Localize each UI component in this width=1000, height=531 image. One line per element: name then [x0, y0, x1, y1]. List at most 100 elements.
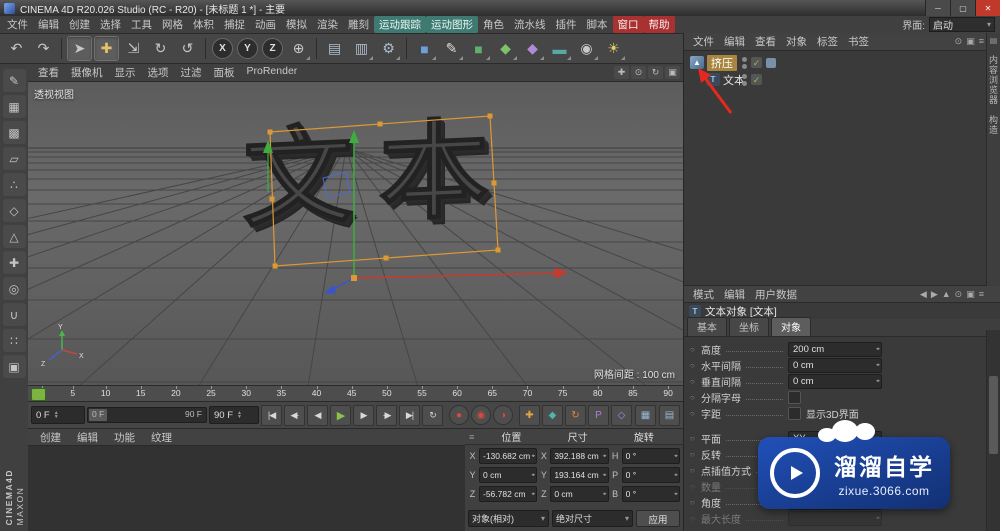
- enable-toggle[interactable]: [751, 74, 762, 85]
- object-manager-menu-item[interactable]: 查看: [750, 33, 781, 50]
- undo-icon[interactable]: ↶: [4, 36, 29, 61]
- menubar-item[interactable]: 创建: [64, 16, 95, 33]
- menubar-item[interactable]: 窗口: [612, 16, 644, 33]
- om-lock-icon[interactable]: ▣: [966, 36, 975, 47]
- menubar-item[interactable]: 编辑: [33, 16, 64, 33]
- material-menu-item[interactable]: 创建: [32, 429, 69, 446]
- add-environment-button[interactable]: ▬: [547, 36, 572, 61]
- rotation-p-field[interactable]: 0 °: [621, 467, 680, 483]
- frame-range-slider[interactable]: 0 F 90 F: [87, 407, 207, 423]
- panel-menu-icon[interactable]: ≡: [469, 432, 474, 442]
- goto-end-button[interactable]: ▶|: [399, 404, 420, 426]
- object-row-extrude[interactable]: ▲ 挤压: [684, 54, 1000, 71]
- viewport-menu-item[interactable]: 显示: [109, 64, 142, 81]
- position-x-field[interactable]: -130.682 cm: [479, 448, 538, 464]
- next-frame-button[interactable]: ▶: [353, 404, 374, 426]
- dock-tab-structure[interactable]: 构造: [987, 115, 1000, 135]
- z-axis-lock-button[interactable]: Z: [262, 38, 283, 59]
- material-list-area[interactable]: [28, 446, 465, 531]
- drag-knob-icon[interactable]: [690, 345, 701, 354]
- size-mode-select[interactable]: 绝对尺寸: [552, 510, 633, 527]
- record-pla-toggle[interactable]: ◇: [611, 404, 632, 426]
- timeline-options-button[interactable]: ▤: [659, 404, 680, 426]
- am-back-icon[interactable]: ◀: [920, 289, 927, 300]
- object-manager-menu-item[interactable]: 标签: [812, 33, 843, 50]
- coordinate-system-button[interactable]: ⊕: [286, 36, 311, 61]
- material-menu-item[interactable]: 编辑: [69, 429, 106, 446]
- am-search-icon[interactable]: ⊙: [955, 289, 963, 300]
- record-options-button[interactable]: ◑: [493, 405, 513, 425]
- points-mode-icon[interactable]: ∴: [2, 173, 26, 196]
- render-settings-button[interactable]: ⚙: [376, 36, 401, 61]
- object-row-text[interactable]: T 文本: [684, 71, 1000, 88]
- drag-knob-icon[interactable]: [690, 434, 701, 443]
- render-view-button[interactable]: ▤: [322, 36, 347, 61]
- drag-knob-icon[interactable]: [690, 466, 701, 475]
- prev-frame-button[interactable]: ◀: [307, 404, 328, 426]
- drag-knob-icon[interactable]: [690, 409, 701, 418]
- object-manager-menu-item[interactable]: 编辑: [719, 33, 750, 50]
- menubar-item[interactable]: 文件: [2, 16, 33, 33]
- loop-mode-button[interactable]: ↻: [422, 404, 443, 426]
- attribute-tab[interactable]: 基本: [687, 317, 727, 336]
- next-key-button[interactable]: ·▶: [376, 404, 397, 426]
- interface-select[interactable]: 启动: [929, 17, 995, 32]
- spinner-icon[interactable]: ▲ ▼: [54, 411, 59, 420]
- texture-mode-icon[interactable]: ▩: [2, 121, 26, 144]
- vspace-field[interactable]: 0 cm: [788, 373, 882, 389]
- viewport-zoom-icon[interactable]: ⊙: [631, 66, 646, 79]
- add-subdivision-button[interactable]: ■: [466, 36, 491, 61]
- spinner-icon[interactable]: ▲ ▼: [237, 411, 242, 420]
- viewport-menu-item[interactable]: ProRender: [241, 64, 304, 81]
- add-camera-button[interactable]: ◉: [574, 36, 599, 61]
- timeline-ruler[interactable]: 051015202530354045505560657075808590: [28, 385, 683, 402]
- drag-knob-icon[interactable]: [690, 377, 701, 386]
- attribute-tab[interactable]: 坐标: [729, 317, 769, 336]
- make-editable-icon[interactable]: ✎: [2, 69, 26, 92]
- autokey-button[interactable]: ◉: [471, 405, 491, 425]
- x-axis-lock-button[interactable]: X: [212, 38, 233, 59]
- dock-tab-content-browser[interactable]: 内容浏览器: [987, 55, 1000, 105]
- menubar-item[interactable]: 动画: [250, 16, 281, 33]
- position-y-field[interactable]: 0 cm: [479, 467, 538, 483]
- drag-knob-icon[interactable]: [690, 450, 701, 459]
- menubar-item[interactable]: 体积: [188, 16, 219, 33]
- menubar-item[interactable]: 选择: [95, 16, 126, 33]
- timeline-playhead[interactable]: [31, 388, 46, 401]
- drag-knob-icon[interactable]: [690, 361, 701, 370]
- position-z-field[interactable]: -56.782 cm: [479, 486, 538, 502]
- scale-tool-icon[interactable]: ⇲: [121, 36, 146, 61]
- close-button[interactable]: ✕: [975, 0, 1000, 16]
- last-tool-icon[interactable]: ↺: [175, 36, 200, 61]
- viewport-pan-icon[interactable]: ✚: [614, 66, 629, 79]
- material-menu-item[interactable]: 纹理: [143, 429, 180, 446]
- viewport-rotate-icon[interactable]: ↻: [648, 66, 663, 79]
- record-rotation-toggle[interactable]: ↻: [565, 404, 586, 426]
- viewport-toggle-icon[interactable]: ▣: [665, 66, 680, 79]
- enable-axis-icon[interactable]: ✚: [2, 251, 26, 274]
- add-primitive-button[interactable]: ■: [412, 36, 437, 61]
- polygons-mode-icon[interactable]: △: [2, 225, 26, 248]
- quantize-icon[interactable]: ∷: [2, 329, 26, 352]
- goto-start-button[interactable]: |◀: [261, 404, 282, 426]
- am-menu-icon[interactable]: ≡: [979, 289, 984, 300]
- separate-letters-checkbox[interactable]: [788, 390, 801, 404]
- enable-toggle[interactable]: [751, 57, 762, 68]
- menubar-item[interactable]: 网格: [157, 16, 188, 33]
- menubar-item[interactable]: 流水线: [509, 16, 551, 33]
- object-label[interactable]: 挤压: [707, 54, 737, 71]
- size-y-field[interactable]: 193.164 cm: [550, 467, 609, 483]
- menubar-item[interactable]: 雕刻: [343, 16, 374, 33]
- material-menu-item[interactable]: 功能: [106, 429, 143, 446]
- object-manager-tree[interactable]: ▲ 挤压 T 文本: [684, 51, 1000, 285]
- menubar-item[interactable]: 运动跟踪: [374, 16, 426, 33]
- object-manager-menu-item[interactable]: 书签: [843, 33, 874, 50]
- height-field[interactable]: 200 cm: [788, 341, 882, 357]
- minimize-button[interactable]: ─: [925, 0, 950, 16]
- viewport-solo-icon[interactable]: ◎: [2, 277, 26, 300]
- model-mode-icon[interactable]: ▦: [2, 95, 26, 118]
- maximize-button[interactable]: ▢: [950, 0, 975, 16]
- current-frame-field[interactable]: 0 F ▲ ▼: [31, 406, 85, 424]
- attribute-menu-item[interactable]: 编辑: [719, 286, 750, 303]
- add-spline-button[interactable]: ✎: [439, 36, 464, 61]
